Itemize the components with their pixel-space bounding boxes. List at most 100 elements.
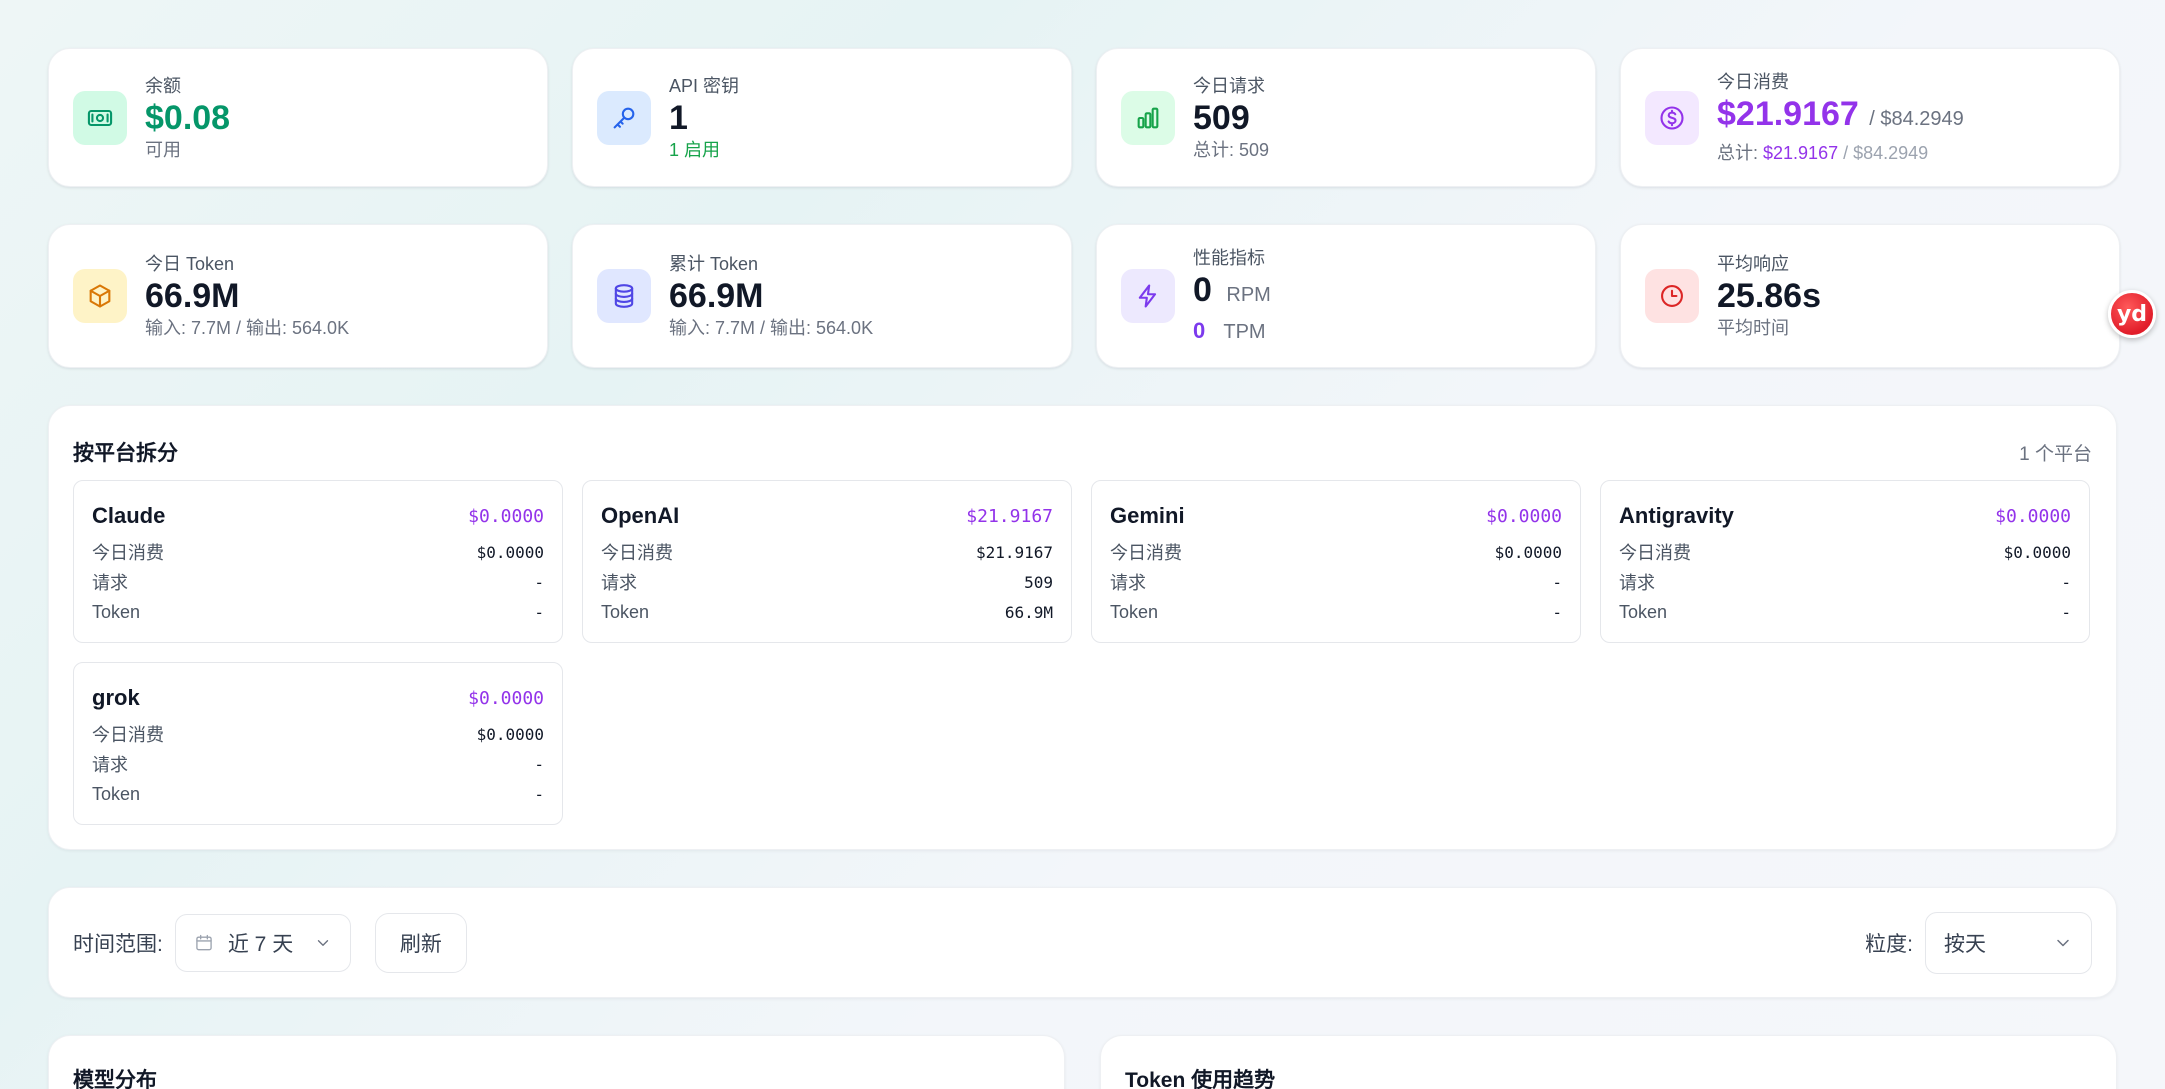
stat-sub: 平均时间 — [1717, 318, 1789, 338]
stat-sub-prefix: 总计: — [1717, 143, 1764, 163]
platform-card-gemini: Gemini $0.0000 今日消费 $0.0000 请求 - Token - — [1091, 480, 1581, 643]
tokens: - — [2061, 602, 2071, 622]
stat-label: 累计 Token — [669, 254, 759, 274]
filter-bar: 时间范围: 近 7 天 刷新 粒度: 按天 — [48, 887, 2117, 998]
requests: 509 — [1024, 572, 1053, 592]
chevron-down-icon — [2057, 939, 2069, 946]
platform-cost: $0.0000 — [468, 505, 544, 527]
platform-card-openai: OpenAI $21.9167 今日消费 $21.9167 请求 509 Token 6… — [582, 480, 1072, 643]
panel-title: 模型分布 — [73, 1069, 157, 1089]
token-trend-panel: Token 使用趋势 — [1100, 1035, 2117, 1089]
today-cost: $0.0000 — [476, 724, 544, 744]
tokens: 66.9M — [1004, 602, 1053, 622]
stat-sub-total: / $84.2949 — [1838, 143, 1929, 163]
requests: - — [534, 754, 544, 774]
tokens: - — [1552, 602, 1562, 622]
stat-card-today-requests: 今日请求 509 总计: 509 — [1096, 48, 1596, 187]
stat-sub: 可用 — [145, 139, 181, 160]
row-label: 请求 — [1619, 573, 1655, 593]
row-label: Token — [601, 601, 650, 622]
platform-name: OpenAI — [601, 503, 680, 528]
today-token-value: 66.9M — [145, 277, 240, 315]
stat-label: 今日 Token — [145, 254, 235, 274]
database-icon — [597, 269, 651, 323]
row-label: 请求 — [601, 573, 637, 593]
platform-breakdown-panel: 按平台拆分 1 个平台 Claude $0.0000 今日消费 $0.0000 请求… — [48, 405, 2117, 850]
stat-sub-today: $21.9167 — [1763, 143, 1839, 163]
api-key-count: 1 — [669, 98, 688, 137]
stat-sub: 输入: 7.7M / 输出: 564.0K — [669, 318, 874, 338]
platform-cost: $21.9167 — [966, 505, 1053, 527]
time-range-label: 时间范围: — [73, 932, 163, 956]
model-distribution-panel: 模型分布 — [48, 1035, 1065, 1089]
panel-title: 按平台拆分 — [73, 442, 178, 465]
row-label: 请求 — [1110, 573, 1146, 593]
stat-card-balance: 余额 $0.08 可用 — [48, 48, 548, 187]
platform-name: Gemini — [1110, 503, 1185, 528]
bar-chart-icon — [1121, 90, 1175, 145]
requests: - — [2061, 572, 2071, 592]
platform-card-antigravity: Antigravity $0.0000 今日消费 $0.0000 请求 - Token… — [1600, 480, 2090, 643]
tpm-value: 0 — [1193, 318, 1206, 343]
row-label: Token — [92, 783, 141, 804]
bolt-icon — [1121, 269, 1175, 323]
rpm-value: 0 — [1193, 271, 1212, 309]
stat-card-today-token: 今日 Token 66.9M 输入: 7.7M / 输出: 564.0K — [48, 224, 548, 368]
stats-row-1: 余额 $0.08 可用 API 密钥 1 1 启用 今日请求 509 总计: 5 — [48, 48, 2120, 187]
stat-card-performance: 性能指标 0 RPM 0 TPM — [1096, 224, 1596, 368]
stat-card-avg-response: 平均响应 25.86s 平均时间 — [1620, 224, 2120, 368]
platform-card-claude: Claude $0.0000 今日消费 $0.0000 请求 - Token - — [73, 480, 563, 643]
row-label: 请求 — [92, 755, 128, 775]
cube-icon — [73, 269, 127, 323]
tokens: - — [534, 784, 544, 804]
today-requests-value: 509 — [1193, 98, 1250, 137]
row-label: 今日消费 — [1110, 543, 1182, 563]
stats-row-2: 今日 Token 66.9M 输入: 7.7M / 输出: 564.0K 累计 … — [48, 224, 2120, 368]
money-icon — [73, 90, 127, 145]
dollar-icon — [1645, 90, 1699, 145]
key-icon — [597, 90, 651, 145]
row-label: 今日消费 — [1619, 543, 1691, 563]
stat-sub: 输入: 7.7M / 输出: 564.0K — [145, 318, 350, 338]
stat-label: 余额 — [145, 75, 181, 96]
row-label: Token — [1110, 601, 1159, 622]
platform-card-grok: grok $0.0000 今日消费 $0.0000 请求 - Token - — [73, 662, 563, 825]
granularity-value: 按天 — [1944, 932, 1986, 956]
stat-sub: 总计: 509 — [1193, 139, 1270, 160]
stat-label: 今日消费 — [1717, 72, 1789, 92]
rpm-unit: RPM — [1226, 284, 1271, 306]
panel-title: Token 使用趋势 — [1125, 1069, 1276, 1089]
refresh-button[interactable]: 刷新 — [374, 912, 467, 973]
row-label: Token — [92, 601, 141, 622]
platform-count: 1 个平台 — [2019, 443, 2092, 465]
platform-name: Claude — [92, 503, 166, 528]
platform-cost: $0.0000 — [1995, 505, 2071, 527]
time-range-select[interactable]: 近 7 天 — [174, 913, 351, 972]
requests: - — [1552, 572, 1562, 592]
calendar-icon — [196, 934, 212, 950]
today-cost: $0.0000 — [476, 542, 544, 562]
dashboard-page: 余额 $0.08 可用 API 密钥 1 1 启用 今日请求 509 总计: 5 — [0, 0, 2165, 1089]
today-cost: $0.0000 — [2003, 542, 2071, 562]
requests: - — [534, 572, 544, 592]
granularity-select[interactable]: 按天 — [1925, 911, 2092, 974]
stat-card-total-token: 累计 Token 66.9M 输入: 7.7M / 输出: 564.0K — [572, 224, 1072, 368]
row-label: 今日消费 — [601, 543, 673, 563]
row-label: 今日消费 — [92, 543, 164, 563]
row-label: Token — [1619, 601, 1668, 622]
today-cost: $21.9167 — [975, 542, 1053, 562]
platform-name: grok — [92, 685, 140, 710]
stat-card-today-cost: 今日消费 $21.9167 / $84.2949 总计: $21.9167 / … — [1620, 48, 2120, 187]
row-label: 今日消费 — [92, 725, 164, 745]
granularity-label: 粒度: — [1865, 932, 1913, 956]
floating-assistant-badge[interactable]: yd — [2108, 290, 2156, 338]
platform-grid: Claude $0.0000 今日消费 $0.0000 请求 - Token - Ope… — [73, 480, 2090, 825]
stat-sub: 1 启用 — [669, 139, 721, 160]
chevron-down-icon — [317, 939, 329, 946]
stat-card-api-keys: API 密钥 1 1 启用 — [572, 48, 1072, 187]
stat-label: API 密钥 — [669, 75, 740, 96]
clock-icon — [1645, 269, 1699, 323]
platform-cost: $0.0000 — [468, 687, 544, 709]
total-token-value: 66.9M — [669, 277, 764, 315]
total-cost-value: / $84.2949 — [1869, 108, 1964, 130]
